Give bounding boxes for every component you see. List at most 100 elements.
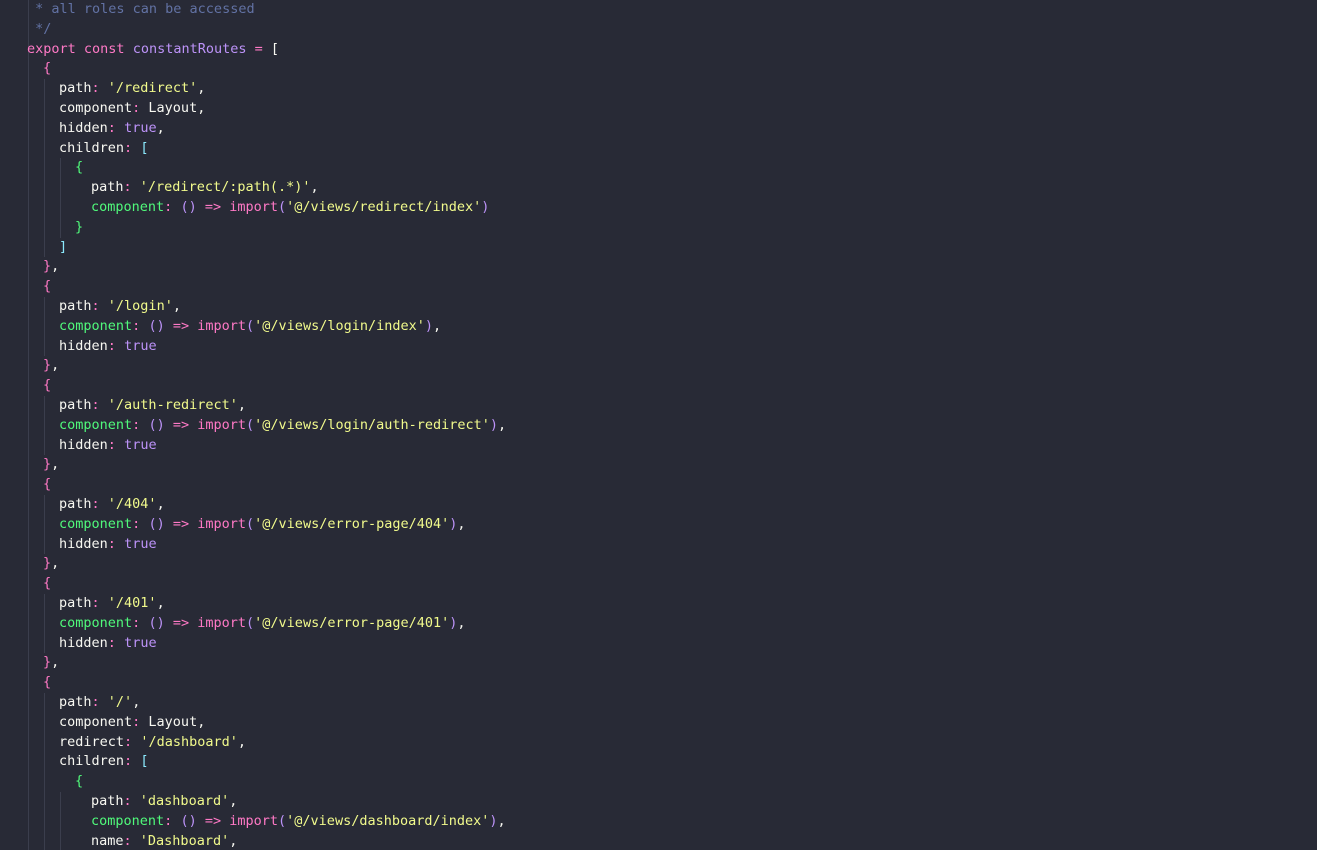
code-line[interactable]: hidden: true, <box>59 119 165 139</box>
code-line[interactable]: path: '/login', <box>59 297 181 317</box>
code-line[interactable]: component: () => import('@/views/error-p… <box>59 614 466 634</box>
code-token: { <box>43 674 52 691</box>
code-token: path <box>59 80 92 97</box>
code-line[interactable]: { <box>43 376 51 396</box>
code-line[interactable]: ] <box>59 238 67 258</box>
code-token: hidden <box>59 119 108 136</box>
code-token: : <box>124 139 133 156</box>
code-token: '@/views/error-page/401' <box>254 614 450 631</box>
code-token: , <box>156 595 165 611</box>
code-line[interactable]: component: () => import('@/views/error-p… <box>59 515 466 535</box>
code-line[interactable]: { <box>75 158 83 178</box>
code-token: : <box>91 496 100 512</box>
code-token: , <box>51 357 60 374</box>
code-line[interactable]: * all roles can be accessed <box>27 0 255 20</box>
code-token: , <box>172 298 181 314</box>
code-token: ) <box>424 317 433 334</box>
code-token: hidden <box>59 634 108 651</box>
indent-guide <box>44 594 45 654</box>
code-token: children <box>59 139 125 156</box>
code-token: true <box>124 535 157 552</box>
code-token: '@/views/redirect/index' <box>286 199 482 215</box>
code-token: constantRoutes <box>132 40 247 57</box>
code-line[interactable]: { <box>43 475 51 495</box>
code-token: ( <box>246 416 255 433</box>
code-token: 'Dashboard' <box>139 832 230 849</box>
code-token: } <box>75 218 84 235</box>
code-token: , <box>51 555 60 572</box>
code-line[interactable]: hidden: true <box>59 535 157 555</box>
code-line[interactable]: { <box>43 277 51 297</box>
code-line[interactable]: }, <box>43 455 59 475</box>
code-line[interactable]: hidden: true <box>59 634 157 654</box>
code-token: * all roles can be accessed <box>27 1 255 17</box>
code-line[interactable]: { <box>43 59 51 79</box>
code-token: Layout, <box>140 713 206 730</box>
code-line[interactable]: path: '/401', <box>59 594 165 614</box>
code-token: [ <box>140 753 149 770</box>
code-token: '/auth-redirect' <box>107 397 238 413</box>
code-line[interactable]: component: () => import('@/views/login/i… <box>59 317 441 337</box>
code-line[interactable]: { <box>43 574 51 594</box>
code-token: : <box>107 337 116 354</box>
indent-guide <box>28 0 29 850</box>
code-line[interactable]: path: '/auth-redirect', <box>59 396 246 416</box>
code-token: component <box>91 812 165 829</box>
code-line[interactable]: component: Layout, <box>59 99 205 119</box>
code-line[interactable]: { <box>43 673 51 693</box>
code-line[interactable]: }, <box>43 554 59 574</box>
code-token: children <box>59 753 125 770</box>
indent-guide <box>44 297 45 357</box>
code-line[interactable]: path: '/404', <box>59 495 165 515</box>
code-token: import <box>229 199 279 215</box>
code-line[interactable]: redirect: '/dashboard', <box>59 733 246 753</box>
code-line[interactable]: component: () => import('@/views/redirec… <box>91 198 489 218</box>
code-line[interactable]: children: [ <box>59 752 148 772</box>
code-line[interactable]: hidden: true <box>59 337 157 357</box>
code-line[interactable]: }, <box>43 653 59 673</box>
code-line[interactable]: path: 'dashboard', <box>91 792 237 812</box>
code-line[interactable]: } <box>75 218 83 238</box>
code-line[interactable]: path: '/', <box>59 693 140 713</box>
code-token: '/redirect/:path(.*)' <box>139 179 311 196</box>
code-token: hidden <box>59 535 108 552</box>
code-token: Layout, <box>140 100 206 116</box>
code-token: , <box>433 317 442 334</box>
code-line[interactable]: component: () => import('@/views/login/a… <box>59 416 506 436</box>
code-line[interactable]: hidden: true <box>59 436 157 456</box>
code-line[interactable]: export const constantRoutes = [ <box>27 40 279 60</box>
code-line[interactable]: path: '/redirect/:path(.*)', <box>91 178 319 198</box>
code-line[interactable]: */ <box>27 20 51 40</box>
indent-guide <box>44 79 45 258</box>
code-token: { <box>75 773 84 790</box>
code-line[interactable]: }, <box>43 257 59 277</box>
code-token: true <box>124 119 157 136</box>
code-line[interactable]: component: () => import('@/views/dashboa… <box>91 812 506 832</box>
code-token: () <box>148 317 165 334</box>
code-token: () <box>148 614 165 631</box>
code-token: true <box>124 337 157 354</box>
code-editor[interactable]: * all roles can be accessed */ export con… <box>0 0 1317 850</box>
code-line[interactable]: path: '/redirect', <box>59 79 205 99</box>
code-line[interactable]: component: Layout, <box>59 713 205 733</box>
code-token: import <box>197 614 247 631</box>
code-token: => <box>172 614 190 631</box>
code-line[interactable]: children: [ <box>59 139 148 159</box>
code-line[interactable]: }, <box>43 356 59 376</box>
code-token: hidden <box>59 337 108 354</box>
code-token: ( <box>246 317 255 334</box>
code-token: : <box>123 793 132 809</box>
code-token: component <box>91 199 165 215</box>
code-line[interactable]: { <box>75 772 83 792</box>
code-line[interactable]: name: 'Dashboard', <box>91 832 237 850</box>
